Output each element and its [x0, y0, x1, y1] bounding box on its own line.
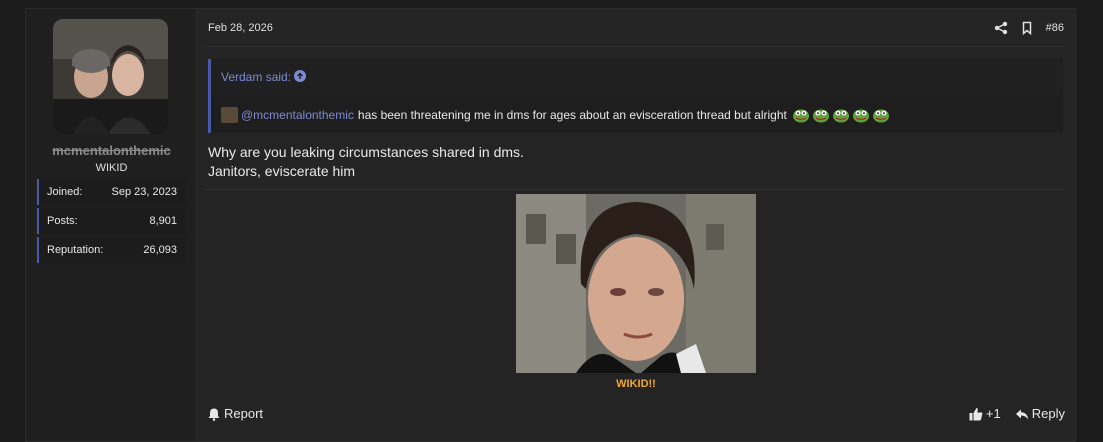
avatar[interactable] — [53, 19, 168, 134]
post-number[interactable]: #86 — [1046, 22, 1064, 34]
mini-avatar — [221, 107, 238, 123]
post-main: Feb 28, 2026 #86 Verdam said: @mcmentalo… — [197, 9, 1075, 441]
quote-body: @mcmentalonthemic has been threatening m… — [221, 103, 1063, 127]
pepe-emoji-icon — [812, 107, 830, 123]
arrow-up-circle-icon[interactable] — [294, 70, 306, 82]
stat-reputation: Reputation: 26,093 — [37, 237, 185, 263]
post-actions: #86 — [994, 19, 1064, 37]
image-caption: WIKID!! — [616, 378, 656, 390]
stat-value[interactable]: 8,901 — [149, 215, 177, 227]
pepe-emoji-icon — [832, 107, 850, 123]
stat-value: Sep 23, 2023 — [111, 186, 177, 198]
emoji-group — [790, 107, 890, 123]
report-button[interactable]: Report — [208, 406, 263, 421]
username[interactable]: mcmentalonthemic — [26, 143, 197, 158]
post-body-line: Janitors, eviscerate him — [208, 163, 356, 179]
bell-icon — [208, 407, 222, 421]
footer-actions: +1 Reply — [969, 406, 1065, 421]
stat-value: 26,093 — [143, 244, 177, 256]
user-mention[interactable]: @mcmentalonthemic — [241, 108, 354, 122]
share-icon[interactable] — [994, 21, 1008, 35]
like-button[interactable]: +1 — [969, 406, 1001, 421]
post-body-line: Why are you leaking circumstances shared… — [208, 144, 524, 160]
post-image[interactable] — [516, 194, 756, 373]
stat-label: Joined: — [47, 186, 83, 198]
quote-text: has been threatening me in dms for ages … — [357, 108, 787, 122]
user-title: WIKID — [95, 162, 128, 174]
pepe-emoji-icon — [872, 107, 890, 123]
stat-label: Reputation: — [47, 244, 104, 256]
divider — [203, 189, 1065, 190]
reply-label: Reply — [1031, 406, 1065, 421]
reply-button[interactable]: Reply — [1015, 406, 1065, 421]
quote-author[interactable]: Verdam said: — [221, 70, 291, 84]
stat-posts: Posts: 8,901 — [37, 208, 185, 234]
quote-header: Verdam said: — [211, 59, 1063, 95]
divider — [203, 46, 1065, 47]
stat-label: Posts: — [47, 215, 78, 227]
post-card: mcmentalonthemic WIKID Joined: Sep 23, 2… — [25, 8, 1076, 442]
bookmark-icon[interactable] — [1020, 21, 1034, 36]
stat-joined: Joined: Sep 23, 2023 — [37, 179, 185, 205]
user-sidebar: mcmentalonthemic WIKID Joined: Sep 23, 2… — [26, 9, 197, 441]
post-date[interactable]: Feb 28, 2026 — [208, 22, 273, 34]
post-footer: Report +1 Reply — [208, 406, 1065, 426]
pepe-emoji-icon — [852, 107, 870, 123]
post-body: Why are you leaking circumstances shared… — [208, 143, 524, 181]
reaction-count: +1 — [985, 406, 1001, 421]
pepe-emoji-icon — [792, 107, 810, 123]
quote-block: Verdam said: @mcmentalonthemic has been … — [208, 59, 1063, 133]
report-label: Report — [224, 406, 264, 421]
thumbs-up-icon — [969, 407, 983, 421]
reply-icon — [1015, 407, 1029, 421]
